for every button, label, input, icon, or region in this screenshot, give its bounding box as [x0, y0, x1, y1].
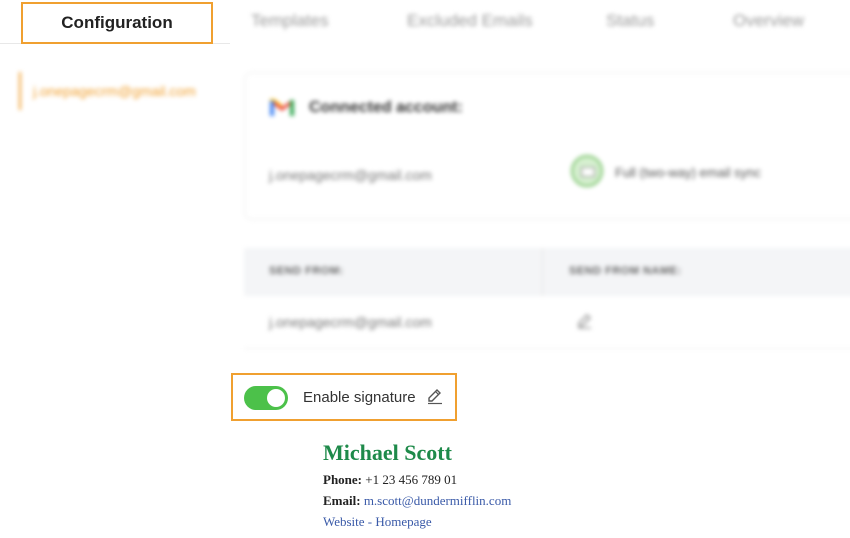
sync-icon — [571, 155, 603, 187]
connected-account-email: j.onepagecrm@gmail.com — [269, 167, 432, 183]
signature-phone-label: Phone: — [323, 472, 362, 487]
connected-account-card: Connected account: j.onepagecrm@gmail.co… — [244, 72, 850, 220]
signature-phone: +1 23 456 789 01 — [365, 472, 458, 487]
tab-status[interactable]: Status — [606, 0, 654, 42]
edit-signature-pencil-icon[interactable] — [425, 386, 445, 406]
tab-overview[interactable]: Overview — [733, 0, 804, 42]
row-divider — [244, 348, 850, 349]
toggle-knob — [267, 389, 285, 407]
table-header: SEND FROM: SEND FROM NAME: — [244, 248, 850, 296]
tab-excluded-emails[interactable]: Excluded Emails — [407, 0, 533, 42]
sidebar-item-label: j.onepagecrm@gmail.com — [33, 83, 196, 99]
enable-signature-label: Enable signature — [303, 389, 416, 406]
tab-bar: Configuration Templates Excluded Emails … — [0, 0, 850, 44]
send-from-value: j.onepagecrm@gmail.com — [269, 314, 432, 330]
column-divider — [542, 248, 543, 296]
signature-preview: Michael Scott Phone: +1 23 456 789 01 Em… — [323, 440, 511, 529]
signature-phone-line: Phone: +1 23 456 789 01 — [323, 472, 511, 487]
signature-name: Michael Scott — [323, 440, 452, 465]
connected-account-title: Connected account: — [309, 99, 463, 116]
signature-email-label: Email: — [323, 493, 361, 508]
edit-name-pencil-icon[interactable] — [576, 312, 594, 330]
tab-configuration[interactable]: Configuration — [21, 2, 213, 44]
enable-signature-toggle[interactable] — [244, 386, 288, 410]
signature-website-link[interactable]: Website - Homepage — [323, 514, 511, 529]
column-header-send-from: SEND FROM: — [269, 265, 344, 277]
sync-mode-text: Full (two-way) email sync — [615, 165, 761, 180]
enable-signature-row: Enable signature — [231, 373, 457, 421]
send-from-table: SEND FROM: SEND FROM NAME: j.onepagecrm@… — [244, 248, 850, 349]
signature-email-line: Email: m.scott@dundermifflin.com — [323, 493, 511, 508]
signature-email-link[interactable]: m.scott@dundermifflin.com — [364, 493, 512, 508]
gmail-icon — [270, 99, 294, 116]
tab-templates[interactable]: Templates — [251, 0, 328, 42]
sidebar-item-account[interactable]: j.onepagecrm@gmail.com — [19, 72, 233, 110]
column-header-send-from-name: SEND FROM NAME: — [569, 265, 682, 277]
